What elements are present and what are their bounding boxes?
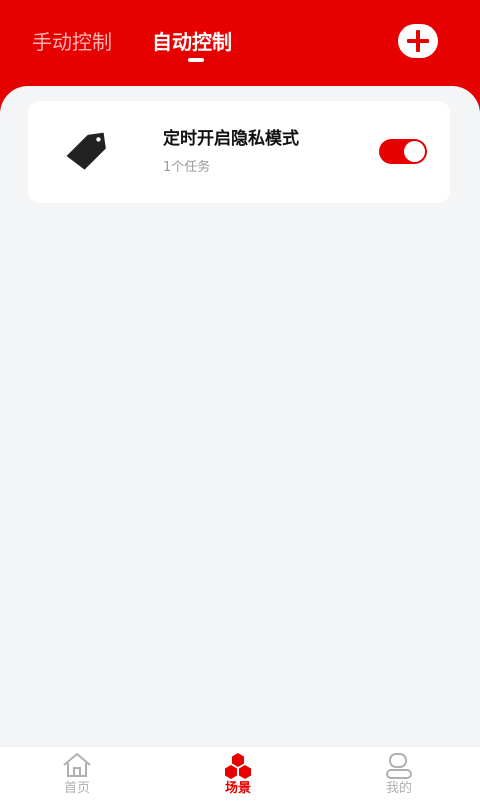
scene-title: 定时开启隐私模式 <box>163 129 299 149</box>
scene-hexagon-icon <box>225 753 251 779</box>
tab-auto-control[interactable]: 自动控制 <box>152 29 232 55</box>
nav-label-home: 首页 <box>63 781 90 796</box>
add-scene-button[interactable] <box>398 24 438 58</box>
scene-subtitle: 1个任务 <box>163 160 211 175</box>
nav-label-scene: 场景 <box>224 781 251 796</box>
plus-icon <box>407 30 429 52</box>
scene-list-area: 定时开启隐私模式 1个任务 <box>0 86 480 746</box>
nav-label-mine: 我的 <box>385 781 412 796</box>
scene-enable-toggle[interactable] <box>379 139 427 164</box>
active-tab-indicator <box>188 58 204 62</box>
bottom-nav: 首页 场景 我的 <box>0 746 480 801</box>
toggle-knob <box>404 141 425 162</box>
nav-item-scene[interactable]: 场景 <box>198 747 278 801</box>
nav-item-home[interactable]: 首页 <box>37 747 117 801</box>
nav-item-mine[interactable]: 我的 <box>359 747 439 801</box>
tab-manual-control[interactable]: 手动控制 <box>32 29 112 55</box>
tag-icon <box>66 132 106 170</box>
home-icon <box>63 753 91 777</box>
scene-card[interactable]: 定时开启隐私模式 1个任务 <box>28 101 450 203</box>
profile-icon <box>386 753 412 779</box>
